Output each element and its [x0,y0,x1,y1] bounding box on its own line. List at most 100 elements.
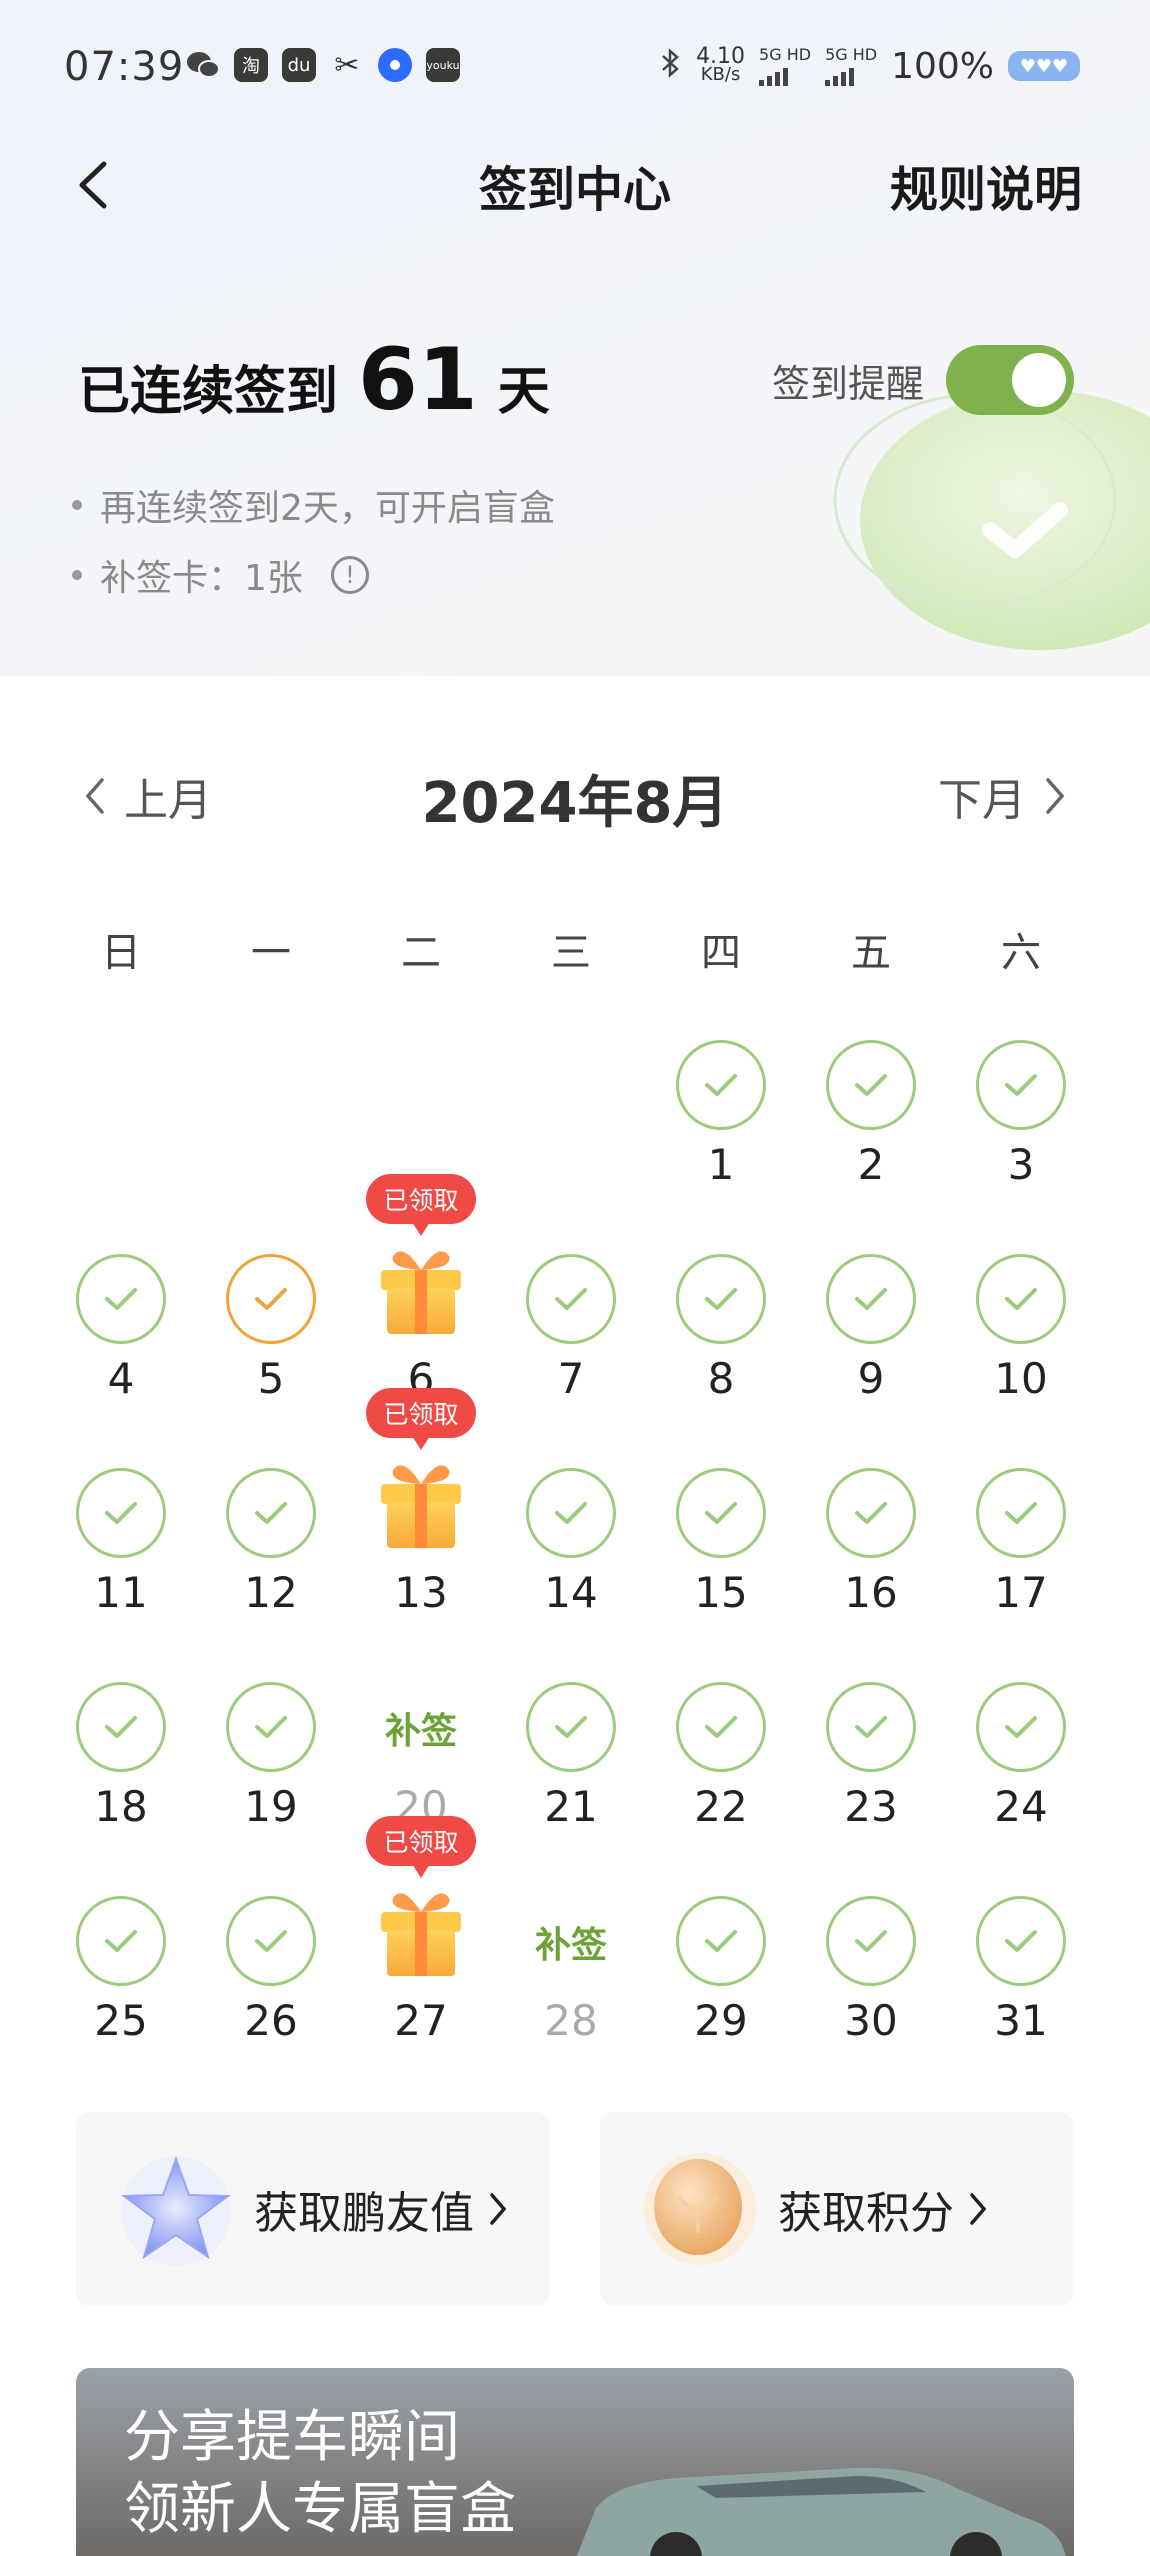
calendar-day[interactable]: 22 [646,1672,796,1886]
calendar-day[interactable]: 23 [796,1672,946,1886]
day-number: 24 [994,1782,1048,1831]
reminder-toggle[interactable] [946,345,1075,415]
gift-icon [373,1452,469,1556]
youku-icon: youku [426,48,460,82]
calendar-day[interactable]: 已领取 13 [346,1388,496,1672]
streak-label: 已连续签到 [78,362,339,422]
calendar-day[interactable]: 25 [46,1886,196,2100]
weekday-label: 二 [401,930,441,976]
day-number: 19 [244,1782,298,1831]
calendar-week: 1 2 3 [46,1030,1096,1244]
checked-icon [976,1896,1066,1986]
day-number: 12 [244,1568,298,1617]
taobao-icon: 淘 [234,48,268,82]
claimed-badge: 已领取 [366,1388,476,1450]
gift-box[interactable]: 已领取 [366,1174,476,1344]
weekday-header: 日一二三四五六 [46,920,1096,978]
day-number: 7 [557,1354,585,1403]
checked-icon [976,1040,1066,1130]
makeup-checkin-button[interactable]: 补签 [496,1916,646,1968]
calendar-day[interactable]: 补签 28 [496,1886,646,2100]
checked-icon [226,1468,316,1558]
calendar-day[interactable]: 11 [46,1458,196,1672]
day-number: 27 [394,1996,448,2045]
chevron-right-icon [970,2193,987,2225]
header-section: 07:39 淘 du ✂ youku 4.10 KB/s 5G HD 5G HD… [0,0,1150,676]
day-number: 15 [694,1568,748,1617]
calendar-day[interactable]: 2 [796,1030,946,1244]
info-icon[interactable]: ! [330,556,369,594]
next-month-button[interactable]: 下月 [938,764,1066,828]
calendar-day[interactable]: 4 [46,1244,196,1458]
calendar-empty-cell [496,1030,646,1244]
calendar-day[interactable]: 8 [646,1244,796,1458]
sim1-signal: 5G HD [759,46,811,86]
calendar-day[interactable]: 10 [946,1244,1096,1458]
tip-makeup-card: 补签卡：1张 ! [72,540,555,610]
gift-box[interactable]: 已领取 [366,1388,476,1558]
bluetooth-icon [658,44,682,88]
calendar-day[interactable]: 24 [946,1672,1096,1886]
streak-summary: 已连续签到 61 天 [78,330,550,430]
status-time: 07:39 [64,44,185,90]
checkin-tips: 再连续签到2天，可开启盲盒 补签卡：1张 ! [72,470,555,610]
gift-box[interactable]: 已领取 [366,1816,476,1986]
day-number: 30 [844,1996,898,2045]
calendar-day[interactable]: 31 [946,1886,1096,2100]
car-image [576,2467,1066,2556]
battery-percent: 100% [891,45,994,87]
day-number: 29 [694,1996,748,2045]
get-pengyou-value-card[interactable]: 获取鹏友值 [76,2112,550,2306]
weekday-label: 五 [851,930,891,976]
checked-icon [76,1896,166,1986]
calendar-day[interactable]: 26 [196,1886,346,2100]
wechat-icon [186,48,220,82]
checked-icon [676,1896,766,1986]
calendar-day[interactable]: 17 [946,1458,1096,1672]
calendar-day[interactable]: 14 [496,1458,646,1672]
calendar-day[interactable]: 已领取 27 [346,1816,496,2100]
calendar-day[interactable]: 1 [646,1030,796,1244]
reminder-label: 签到提醒 [772,361,925,406]
weekday-label: 四 [701,930,741,976]
makeup-checkin-button[interactable]: 补签 [346,1702,496,1754]
calendar-day[interactable]: 7 [496,1244,646,1458]
calendar-day[interactable]: 12 [196,1458,346,1672]
calendar-week: 18 19 补签 20 21 22 23 24 [46,1672,1096,1886]
day-number: 5 [257,1354,285,1403]
calendar-day[interactable]: 3 [946,1030,1096,1244]
status-indicators: 4.10 KB/s 5G HD 5G HD 100% ♥♥♥ [658,44,1080,88]
promo-banner[interactable]: 分享提车瞬间 领新人专属盲盒 [76,2368,1074,2556]
day-number: 31 [994,1996,1048,2045]
tip-blind-box: 再连续签到2天，可开启盲盒 [72,470,555,540]
day-number: 1 [707,1140,735,1189]
calendar-day[interactable]: 15 [646,1458,796,1672]
chevron-right-icon [490,2193,507,2225]
rules-button[interactable]: 规则说明 [890,150,1082,220]
checked-icon [676,1040,766,1130]
calendar-day[interactable]: 19 [196,1672,346,1886]
calendar-day[interactable]: 9 [796,1244,946,1458]
calendar-day[interactable]: 5 [196,1244,346,1458]
calendar-week: 25 26 已领取 27 补签 28 29 30 31 [46,1816,1096,2100]
browser-icon [378,48,412,82]
checked-icon [976,1682,1066,1772]
claimed-badge: 已领取 [366,1174,476,1236]
checkin-coin-illustration [833,390,1150,650]
checked-icon [526,1468,616,1558]
get-points-card[interactable]: 获取积分 [600,2112,1074,2306]
calendar-day[interactable]: 30 [796,1886,946,2100]
month-navigation: 上月 2024年8月 下月 [0,750,1150,840]
card-label: 获取鹏友值 [254,2188,474,2239]
day-number: 3 [1007,1140,1035,1189]
day-number: 13 [394,1568,448,1617]
calendar-day[interactable]: 29 [646,1886,796,2100]
calendar-day[interactable]: 16 [796,1458,946,1672]
calendar-day[interactable]: 18 [46,1672,196,1886]
calendar-grid: 1 2 3 4 5 已领取 6 7 8 9 10 11 12 已领取 13 14 15 16 17 18 19 补签 20 2… [46,1030,1096,2100]
calendar-day[interactable]: 21 [496,1672,646,1886]
battery-icon: ♥♥♥ [1008,51,1080,81]
day-number: 23 [844,1782,898,1831]
checked-icon [676,1682,766,1772]
bullet-dot [72,570,82,580]
